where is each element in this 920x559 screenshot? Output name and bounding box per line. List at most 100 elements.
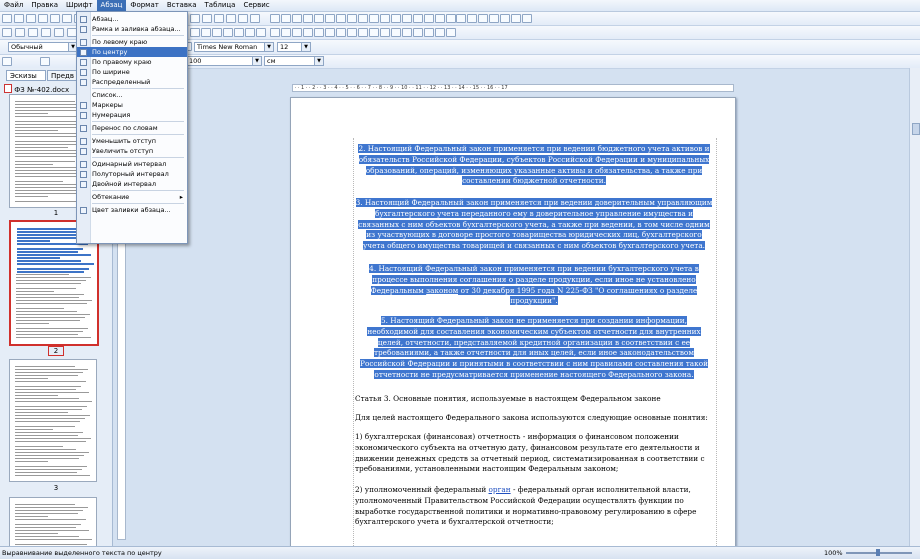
tab-thumbnails[interactable]: Эскизы	[6, 70, 46, 81]
tb1-button-27[interactable]	[424, 14, 434, 23]
tb2-button-9[interactable]	[223, 28, 233, 37]
zoom-combo[interactable]: 100 ▼	[186, 56, 262, 66]
tb1-button-5[interactable]	[62, 14, 72, 23]
style-combo[interactable]: Обычный ▼	[8, 42, 78, 52]
tb2-button-17[interactable]	[314, 28, 324, 37]
tb2-button-16[interactable]	[303, 28, 313, 37]
menu-item-19[interactable]: Полуторный интервал	[77, 169, 187, 179]
tb2-button-23[interactable]	[380, 28, 390, 37]
menu-item-6[interactable]: По ширине	[77, 67, 187, 77]
tb1-button-25[interactable]	[402, 14, 412, 23]
definitions-intro[interactable]: Для целей настоящего Федерального закона…	[355, 413, 713, 424]
menu-item-18[interactable]: Одинарный интервал	[77, 159, 187, 169]
menu-item-0[interactable]: Абзац...	[77, 14, 187, 24]
menu-6[interactable]: Таблица	[201, 0, 240, 11]
menu-item-15[interactable]: Уменьшить отступ	[77, 136, 187, 146]
menu-item-24[interactable]: Цвет заливки абзаца...	[77, 205, 187, 215]
tb1-button-2[interactable]	[26, 14, 36, 23]
tb1-button-17[interactable]	[314, 14, 324, 23]
menu-item-20[interactable]: Двойной интервал	[77, 179, 187, 189]
tb2-button-0[interactable]	[2, 28, 12, 37]
law-link[interactable]: законом	[426, 286, 458, 295]
tb2-button-15[interactable]	[292, 28, 302, 37]
tb1-button-23[interactable]	[380, 14, 390, 23]
tb1-button-33[interactable]	[489, 14, 499, 23]
tb1-button-36[interactable]	[522, 14, 532, 23]
menu-3[interactable]: Абзац	[96, 0, 127, 11]
tb1-button-16[interactable]	[303, 14, 313, 23]
menu-item-1[interactable]: Рамка и заливка абзаца...	[77, 24, 187, 34]
definition-2[interactable]: 2) уполномоченный федеральный орган - фе…	[355, 485, 713, 528]
tb1-button-9[interactable]	[214, 14, 224, 23]
tb2-button-4[interactable]	[54, 28, 64, 37]
tb1-button-3[interactable]	[38, 14, 48, 23]
paragraph-3[interactable]: 3. Настоящий Федеральный закон применяет…	[355, 198, 713, 252]
menu-item-4[interactable]: По центру	[77, 47, 187, 57]
tb1-button-32[interactable]	[478, 14, 488, 23]
tb1-button-21[interactable]	[358, 14, 368, 23]
tb1-button-35[interactable]	[511, 14, 521, 23]
tb2-button-29[interactable]	[446, 28, 456, 37]
tb1-button-12[interactable]	[250, 14, 260, 23]
font-combo[interactable]: Times New Roman ▼	[194, 42, 274, 52]
tb2-button-13[interactable]	[270, 28, 280, 37]
tb2-button-25[interactable]	[402, 28, 412, 37]
tb2-button-28[interactable]	[435, 28, 445, 37]
tb2-button-12[interactable]	[256, 28, 266, 37]
menu-4[interactable]: Формат	[126, 0, 162, 11]
organ-link[interactable]: орган	[489, 485, 511, 494]
tb1-button-11[interactable]	[238, 14, 248, 23]
tb1-button-28[interactable]	[435, 14, 445, 23]
vertical-scrollbar[interactable]	[909, 68, 920, 546]
tb1-button-30[interactable]	[456, 14, 466, 23]
zoom-slider-handle[interactable]	[876, 549, 880, 556]
menu-2[interactable]: Шрифт	[62, 0, 97, 11]
tb2-button-22[interactable]	[369, 28, 379, 37]
tb2-button-1[interactable]	[15, 28, 25, 37]
tb1-button-26[interactable]	[413, 14, 423, 23]
menu-5[interactable]: Вставка	[163, 0, 201, 11]
tb2-button-26[interactable]	[413, 28, 423, 37]
tb2-button-7[interactable]	[201, 28, 211, 37]
tb4-button-0[interactable]	[2, 57, 12, 66]
menu-item-11[interactable]: Нумерация	[77, 110, 187, 120]
page-thumbnail-3[interactable]	[9, 359, 97, 482]
tb1-button-1[interactable]	[14, 14, 24, 23]
tb1-button-15[interactable]	[292, 14, 302, 23]
tb2-button-3[interactable]	[41, 28, 51, 37]
menu-item-3[interactable]: По левому краю	[77, 37, 187, 47]
tb1-button-8[interactable]	[202, 14, 212, 23]
tb1-button-22[interactable]	[369, 14, 379, 23]
tb2-button-10[interactable]	[234, 28, 244, 37]
tb2-button-14[interactable]	[281, 28, 291, 37]
tb1-button-20[interactable]	[347, 14, 357, 23]
document-page[interactable]: 2. Настоящий Федеральный закон применяет…	[290, 97, 736, 559]
tb2-button-20[interactable]	[347, 28, 357, 37]
tb2-button-27[interactable]	[424, 28, 434, 37]
tb2-button-21[interactable]	[358, 28, 368, 37]
size-combo[interactable]: 12 ▼	[277, 42, 311, 52]
paragraph-5[interactable]: 5. Настоящий Федеральный закон не примен…	[355, 316, 713, 381]
tb2-button-19[interactable]	[336, 28, 346, 37]
scroll-thumb[interactable]	[912, 123, 920, 135]
tb2-button-8[interactable]	[212, 28, 222, 37]
paragraph-4[interactable]: 4. Настоящий Федеральный закон применяет…	[355, 264, 713, 307]
menu-item-10[interactable]: Маркеры	[77, 100, 187, 110]
menu-item-7[interactable]: Распределенный	[77, 77, 187, 87]
menu-item-13[interactable]: Перенос по словам	[77, 123, 187, 133]
tb1-button-19[interactable]	[336, 14, 346, 23]
menu-item-22[interactable]: Обтекание ▸	[77, 192, 187, 202]
tb1-button-24[interactable]	[391, 14, 401, 23]
paragraph-2[interactable]: 2. Настоящий Федеральный закон применяет…	[355, 144, 713, 187]
tb1-button-31[interactable]	[467, 14, 477, 23]
article-3-heading[interactable]: Статья 3. Основные понятия, используемые…	[355, 394, 713, 405]
menu-1[interactable]: Правка	[27, 0, 62, 11]
tb1-button-14[interactable]	[281, 14, 291, 23]
horizontal-ruler[interactable]: · · 1 · · 2 · · 3 · · 4 · · 5 · · 6 · · …	[292, 84, 734, 92]
definition-1[interactable]: 1) бухгалтерская (финансовая) отчетность…	[355, 432, 713, 475]
tb1-button-34[interactable]	[500, 14, 510, 23]
tb1-button-13[interactable]	[270, 14, 280, 23]
tb2-button-24[interactable]	[391, 28, 401, 37]
tb1-button-29[interactable]	[446, 14, 456, 23]
menu-item-9[interactable]: Список...	[77, 90, 187, 100]
